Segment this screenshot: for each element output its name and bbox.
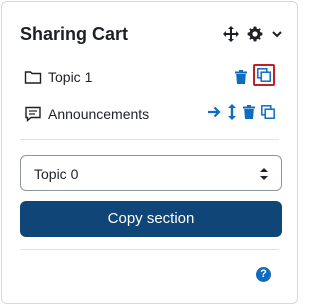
cart-item-actions [207, 104, 275, 120]
divider [20, 139, 279, 140]
cart-item-forum: Announcements [24, 103, 275, 125]
section-select-value: Topic 0 [34, 166, 79, 182]
section-select[interactable]: Topic 0 [20, 155, 282, 191]
block-header: Sharing Cart [20, 22, 283, 48]
cart-item-label: Announcements [48, 106, 150, 122]
folder-icon [24, 68, 42, 86]
sharing-cart-block: Sharing Cart Topic 1 Announcements Topic… [1, 1, 298, 304]
arrow-right-icon[interactable] [207, 105, 221, 119]
divider [20, 249, 279, 250]
move-icon[interactable] [223, 26, 239, 42]
copy-icon[interactable] [253, 64, 275, 86]
move-vertical-icon[interactable] [227, 104, 237, 120]
block-header-actions [223, 24, 283, 44]
gear-icon[interactable] [247, 26, 263, 42]
cart-item-topic: Topic 1 [24, 64, 275, 88]
copy-section-button[interactable]: Copy section [20, 201, 282, 237]
cart-item-actions [235, 64, 275, 86]
copy-icon[interactable] [261, 105, 275, 119]
help-icon[interactable]: ? [256, 267, 271, 282]
select-caret-icon [259, 166, 269, 182]
trash-icon[interactable] [235, 69, 247, 84]
cart-item-label: Topic 1 [48, 69, 93, 85]
chevron-down-icon[interactable] [271, 28, 283, 40]
trash-icon[interactable] [243, 105, 255, 119]
forum-icon [24, 105, 42, 123]
block-title: Sharing Cart [20, 24, 129, 44]
